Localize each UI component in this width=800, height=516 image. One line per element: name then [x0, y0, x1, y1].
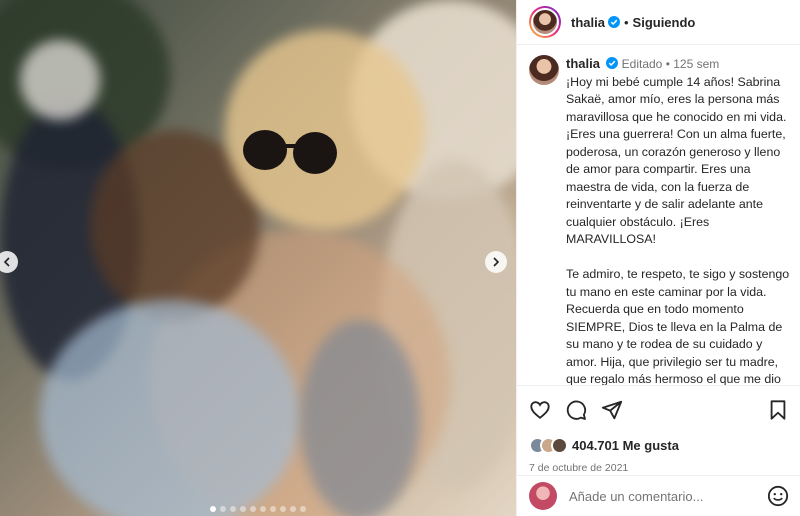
chevron-left-icon — [3, 257, 10, 267]
post-header: thalia • Siguiendo — [517, 0, 800, 45]
carousel-dot — [280, 506, 286, 512]
carousel-dot — [290, 506, 296, 512]
caption-avatar[interactable] — [529, 55, 559, 85]
header-username[interactable]: thalia — [571, 15, 605, 30]
caption-block: thalia Editado • 125 sem ¡Hoy mi bebé cu… — [529, 55, 797, 385]
likes-count[interactable]: 404.701 Me gusta — [572, 438, 679, 453]
carousel-indicator — [0, 506, 516, 512]
share-icon[interactable] — [601, 399, 623, 421]
following-button[interactable]: Siguiendo — [633, 15, 696, 30]
sunglasses-shape — [243, 130, 337, 174]
header-separator: • — [623, 14, 629, 30]
post-sidebar: thalia • Siguiendo thalia Editado • 125 … — [516, 0, 800, 516]
caption-edited-label: Editado — [621, 57, 663, 71]
carousel-dot — [230, 506, 236, 512]
comment-bar — [517, 475, 800, 516]
carousel-dot — [270, 506, 276, 512]
carousel-dot — [210, 506, 216, 512]
carousel-dot — [240, 506, 246, 512]
post-photo[interactable] — [0, 0, 516, 516]
emoji-icon[interactable] — [767, 485, 789, 507]
heart-icon[interactable] — [529, 399, 551, 421]
likes-row[interactable]: 404.701 Me gusta — [529, 437, 789, 454]
photo-background-head — [20, 40, 100, 120]
verified-badge-icon — [607, 16, 620, 28]
carousel-dot — [250, 506, 256, 512]
carousel-dot — [220, 506, 226, 512]
caption-age[interactable]: 125 sem — [673, 57, 719, 71]
photo-woman-cardigan — [300, 320, 420, 516]
carousel-next-button[interactable] — [485, 251, 507, 273]
profile-avatar[interactable] — [529, 6, 561, 38]
carousel-dot — [300, 506, 306, 512]
caption-text: ¡Hoy mi bebé cumple 14 años! Sabrina Sak… — [566, 74, 790, 386]
chevron-right-icon — [493, 257, 500, 267]
photo-girl-shirt — [40, 300, 300, 516]
caption-username[interactable]: thalia — [566, 56, 600, 71]
comment-input[interactable] — [569, 488, 759, 504]
caption-meta: thalia Editado • 125 sem — [566, 55, 795, 74]
verified-badge-icon — [606, 57, 619, 69]
carousel-dot — [260, 506, 266, 512]
current-user-avatar — [529, 482, 557, 510]
bookmark-icon[interactable] — [767, 399, 789, 421]
liker-avatar — [551, 437, 568, 454]
post-actions: 404.701 Me gusta 7 de octubre de 2021 — [517, 385, 800, 474]
post-date[interactable]: 7 de octubre de 2021 — [529, 462, 789, 474]
caption-meta-separator: • — [665, 57, 670, 71]
comment-icon[interactable] — [565, 399, 587, 421]
